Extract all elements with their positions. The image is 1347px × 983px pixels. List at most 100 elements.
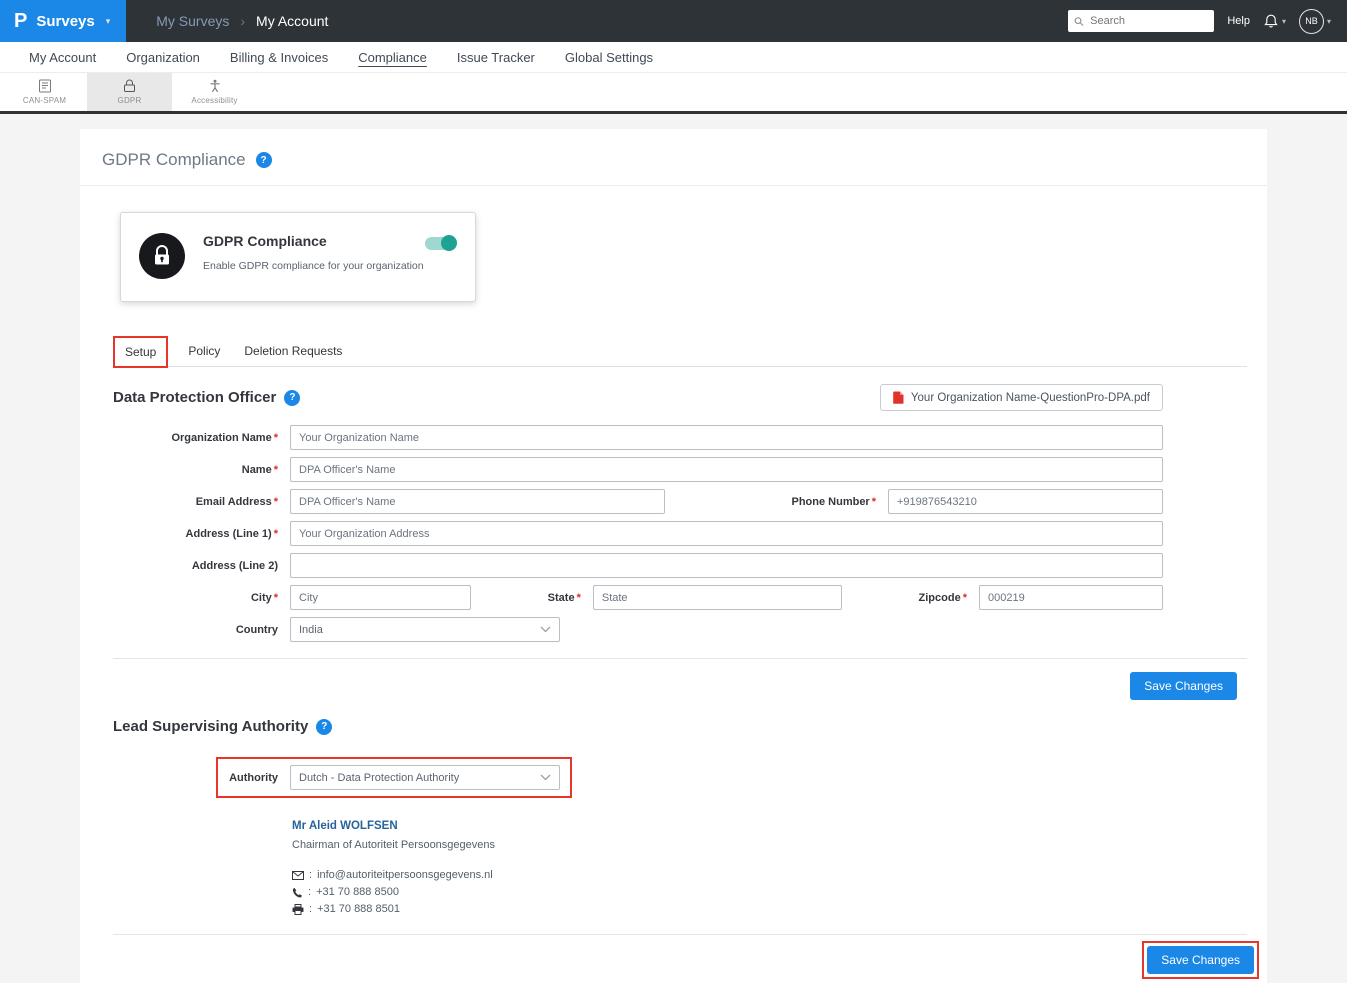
tab-policy[interactable]: Policy bbox=[176, 339, 232, 366]
card-subtitle: Enable GDPR compliance for your organiza… bbox=[203, 260, 424, 272]
account-menu[interactable]: NB ▾ bbox=[1299, 9, 1331, 34]
authority-row: Authority Dutch - Data Protection Author… bbox=[216, 757, 1163, 798]
form-row: City* State* Zipcode* bbox=[113, 585, 1163, 610]
country-select[interactable]: India bbox=[290, 617, 560, 642]
lsa-save-changes-button[interactable]: Save Changes bbox=[1147, 946, 1254, 974]
accessibility-icon bbox=[208, 79, 222, 93]
country-label: Country bbox=[113, 624, 278, 636]
authority-contact-name: Mr Aleid WOLFSEN bbox=[292, 820, 1163, 832]
search-box bbox=[1068, 10, 1214, 32]
required-marker: * bbox=[963, 592, 967, 604]
address-line2-field[interactable] bbox=[290, 553, 1163, 578]
chevron-down-icon bbox=[540, 774, 551, 781]
compliance-subnav: CAN-SPAM GDPR Accessibility bbox=[0, 73, 1347, 114]
separator: : bbox=[309, 903, 312, 915]
page-title: GDPR Compliance bbox=[102, 150, 246, 170]
lock-icon bbox=[152, 245, 172, 267]
phone-icon bbox=[292, 887, 303, 898]
form-row: Address (Line 1)* bbox=[113, 521, 1163, 546]
annotation-box-setup: Setup bbox=[113, 336, 168, 368]
name-label: Name* bbox=[113, 464, 278, 476]
setup-tabs: Setup Policy Deletion Requests bbox=[113, 336, 1247, 367]
fax-icon bbox=[292, 904, 304, 915]
form-row: Email Address* Phone Number* bbox=[113, 489, 1163, 514]
help-icon[interactable]: ? bbox=[256, 152, 272, 168]
authority-email-line: : info@autoriteitpersoonsgegevens.nl bbox=[292, 869, 1163, 881]
zipcode-label: Zipcode* bbox=[919, 592, 967, 604]
dpo-save-changes-button[interactable]: Save Changes bbox=[1130, 672, 1237, 700]
section-divider bbox=[113, 934, 1247, 935]
required-marker: * bbox=[274, 464, 278, 476]
name-field[interactable] bbox=[290, 457, 1163, 482]
search-input[interactable] bbox=[1088, 14, 1208, 28]
email-label: Email Address* bbox=[113, 496, 278, 508]
caret-down-icon: ▾ bbox=[1327, 17, 1331, 26]
tab-setup[interactable]: Setup bbox=[125, 345, 156, 359]
required-marker: * bbox=[274, 528, 278, 540]
breadcrumb-my-account: My Account bbox=[256, 13, 328, 29]
form-row: Organization Name* bbox=[113, 425, 1163, 450]
lock-badge bbox=[139, 233, 185, 279]
authority-phone: +31 70 888 8500 bbox=[316, 886, 399, 898]
dpo-section: Data Protection Officer ? Your Organizat… bbox=[113, 384, 1163, 642]
subnav-tab-can-spam[interactable]: CAN-SPAM bbox=[2, 73, 87, 111]
topbar-right: Help ▾ NB ▾ bbox=[1068, 9, 1347, 34]
city-label: City* bbox=[113, 592, 278, 604]
required-marker: * bbox=[274, 496, 278, 508]
bell-icon bbox=[1263, 13, 1279, 29]
organization-name-label: Organization Name* bbox=[113, 432, 278, 444]
surveys-product-menu[interactable]: P Surveys ▾ bbox=[0, 0, 126, 42]
phone-number-label: Phone Number* bbox=[791, 496, 876, 508]
city-field[interactable] bbox=[290, 585, 471, 610]
nav-item-global-settings[interactable]: Global Settings bbox=[550, 50, 668, 65]
required-marker: * bbox=[274, 432, 278, 444]
nav-item-organization[interactable]: Organization bbox=[111, 50, 215, 65]
tab-deletion-requests[interactable]: Deletion Requests bbox=[232, 339, 354, 366]
help-icon[interactable]: ? bbox=[284, 390, 300, 406]
card-title: GDPR Compliance bbox=[203, 233, 424, 249]
gdpr-panel: GDPR Compliance ? GDPR Compliance Enable… bbox=[80, 129, 1267, 983]
breadcrumb-my-surveys[interactable]: My Surveys bbox=[156, 13, 229, 29]
subnav-tab-label: Accessibility bbox=[191, 96, 237, 105]
lsa-section-title: Lead Supervising Authority bbox=[113, 718, 308, 735]
help-link[interactable]: Help bbox=[1227, 15, 1250, 27]
gdpr-compliance-card: GDPR Compliance Enable GDPR compliance f… bbox=[120, 212, 476, 302]
search-icon bbox=[1074, 16, 1084, 27]
authority-label: Authority bbox=[228, 772, 278, 784]
avatar: NB bbox=[1299, 9, 1324, 34]
chevron-down-icon bbox=[540, 626, 551, 633]
subnav-tab-accessibility[interactable]: Accessibility bbox=[172, 73, 257, 111]
help-icon[interactable]: ? bbox=[316, 719, 332, 735]
address-line1-label: Address (Line 1)* bbox=[113, 528, 278, 540]
nav-item-billing-invoices[interactable]: Billing & Invoices bbox=[215, 50, 343, 65]
subnav-tab-label: CAN-SPAM bbox=[23, 96, 66, 105]
annotation-box-authority: Authority Dutch - Data Protection Author… bbox=[216, 757, 572, 798]
account-nav: My Account Organization Billing & Invoic… bbox=[0, 42, 1347, 73]
state-field[interactable] bbox=[593, 585, 842, 610]
authority-fax-line: : +31 70 888 8501 bbox=[292, 903, 1163, 915]
organization-name-field[interactable] bbox=[290, 425, 1163, 450]
address-line1-field[interactable] bbox=[290, 521, 1163, 546]
phone-number-field[interactable] bbox=[888, 489, 1163, 514]
nav-item-my-account[interactable]: My Account bbox=[14, 50, 111, 65]
email-field[interactable] bbox=[290, 489, 665, 514]
authority-contact-card: Mr Aleid WOLFSEN Chairman of Autoriteit … bbox=[292, 820, 1163, 915]
gdpr-toggle[interactable] bbox=[425, 237, 455, 250]
questionpro-logo: P bbox=[14, 10, 27, 33]
nav-item-compliance[interactable]: Compliance bbox=[343, 50, 442, 65]
breadcrumb: My Surveys › My Account bbox=[156, 13, 328, 29]
breadcrumb-separator-icon: › bbox=[240, 13, 245, 29]
separator: : bbox=[308, 886, 311, 898]
nav-item-issue-tracker[interactable]: Issue Tracker bbox=[442, 50, 550, 65]
authority-value: Dutch - Data Protection Authority bbox=[299, 772, 459, 784]
lsa-section: Lead Supervising Authority ? Authority D… bbox=[113, 718, 1163, 915]
country-value: India bbox=[299, 624, 323, 636]
pdf-file-icon bbox=[893, 391, 904, 404]
subnav-tab-gdpr[interactable]: GDPR bbox=[87, 73, 172, 111]
state-label: State* bbox=[548, 592, 581, 604]
dpa-pdf-button[interactable]: Your Organization Name-QuestionPro-DPA.p… bbox=[880, 384, 1163, 411]
notifications-menu[interactable]: ▾ bbox=[1263, 13, 1286, 29]
page-header: GDPR Compliance ? bbox=[80, 129, 1267, 186]
zipcode-field[interactable] bbox=[979, 585, 1163, 610]
authority-select[interactable]: Dutch - Data Protection Authority bbox=[290, 765, 560, 790]
